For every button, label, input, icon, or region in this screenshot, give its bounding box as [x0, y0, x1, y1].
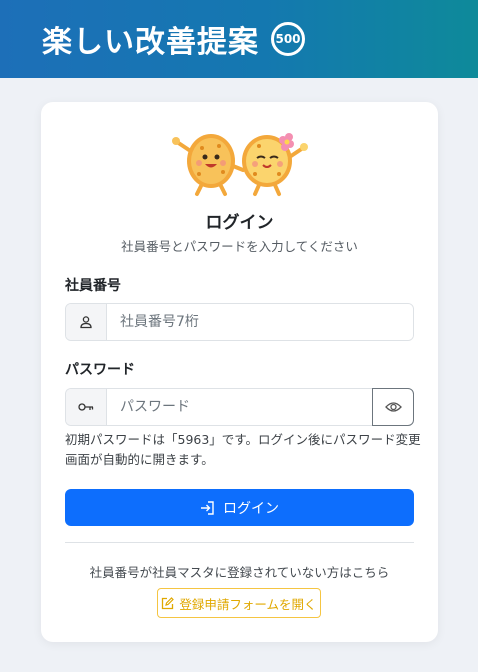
pencil-square-icon: [162, 596, 175, 609]
open-registration-form-button[interactable]: 登録申請フォームを開く: [157, 588, 321, 618]
login-card: ログイン 社員番号とパスワードを入力してください 社員番号 パスワード 初期パス…: [41, 102, 438, 642]
registration-button-label: 登録申請フォームを開く: [179, 596, 317, 612]
sign-in-icon: [201, 500, 214, 515]
employee-number-label: 社員番号: [65, 278, 121, 294]
eye-icon: [384, 402, 402, 412]
registration-note: 社員番号が社員マスタに登録されていない方はこちら: [89, 565, 390, 580]
person-icon: [66, 304, 107, 340]
login-button[interactable]: ログイン: [65, 489, 414, 526]
toggle-password-button[interactable]: [372, 388, 414, 426]
key-icon: [66, 389, 107, 425]
app-title: 楽しい改善提案: [42, 25, 259, 60]
login-title: ログイン: [205, 213, 274, 233]
employee-number-group: [65, 303, 414, 341]
mascot-illustration: [172, 133, 308, 196]
login-subtitle: 社員番号とパスワードを入力してください: [121, 239, 358, 254]
app-header: 楽しい改善提案 500: [0, 0, 478, 78]
employee-number-input[interactable]: [107, 304, 413, 340]
login-button-label: ログイン: [223, 500, 279, 517]
password-label: パスワード: [65, 362, 135, 378]
badge-text: 500: [275, 32, 301, 46]
500-badge-icon: 500: [271, 22, 305, 56]
password-input[interactable]: [107, 389, 373, 425]
initial-password-hint: 初期パスワードは「5963」です。ログイン後にパスワード変更画面が自動的に開きま…: [65, 432, 421, 467]
password-group: [65, 388, 373, 426]
divider: [65, 542, 414, 543]
